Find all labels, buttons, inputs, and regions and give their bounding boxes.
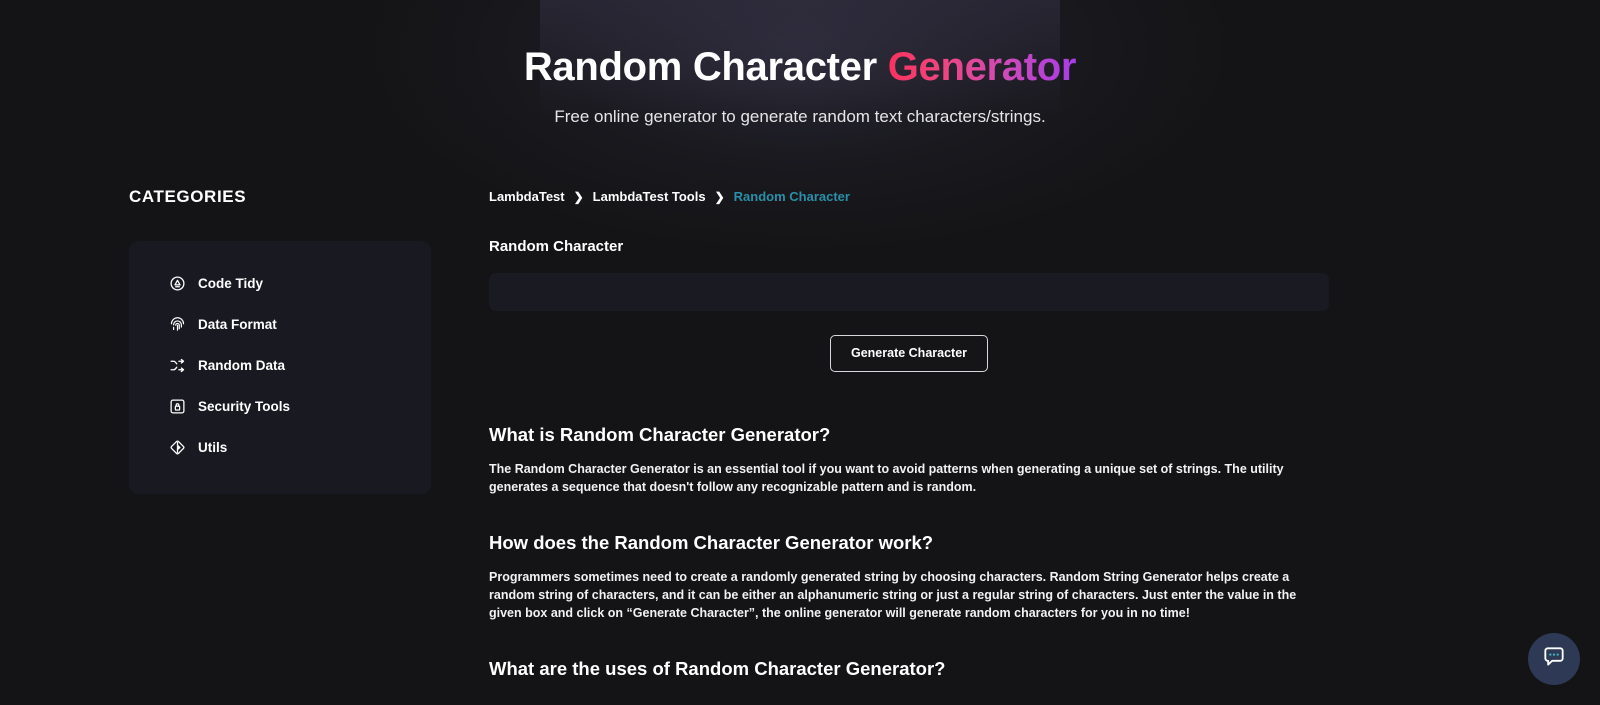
breadcrumb-item-lambdatest[interactable]: LambdaTest bbox=[489, 189, 565, 204]
generate-button-row: Generate Character bbox=[489, 335, 1329, 372]
sidebar: CATEGORIES Code Tidy Data Format Random … bbox=[129, 187, 489, 495]
hero-section: Random Character Generator Free online g… bbox=[0, 0, 1600, 127]
page-subtitle: Free online generator to generate random… bbox=[554, 107, 1046, 127]
faq-heading-uses: What are the uses of Random Character Ge… bbox=[489, 658, 946, 680]
main-panel: LambdaTest ❯ LambdaTest Tools ❯ Random C… bbox=[489, 187, 1600, 680]
sidebar-item-label: Data Format bbox=[198, 317, 277, 333]
lock-icon bbox=[169, 398, 186, 415]
sidebar-item-label: Security Tools bbox=[198, 399, 291, 415]
sidebar-item-data-format[interactable]: Data Format bbox=[129, 304, 431, 345]
chat-widget-button[interactable] bbox=[1528, 633, 1580, 685]
faq-body-what-is: The Random Character Generator is an ess… bbox=[489, 461, 1284, 494]
page-root: Random Character Generator Free online g… bbox=[0, 0, 1600, 705]
generate-character-button[interactable]: Generate Character bbox=[829, 335, 989, 372]
faq-section: What is Random Character Generator? The … bbox=[489, 424, 1329, 681]
categories-card: Code Tidy Data Format Random Data Securi… bbox=[129, 241, 431, 495]
page-title-accent: Generator bbox=[887, 45, 1077, 89]
breadcrumb-item-current: Random Character bbox=[733, 189, 850, 205]
faq-body-how-works: Programmers sometimes need to create a r… bbox=[489, 569, 1297, 621]
shuffle-icon bbox=[169, 357, 186, 374]
content-area: CATEGORIES Code Tidy Data Format Random … bbox=[0, 187, 1600, 680]
sidebar-item-label: Code Tidy bbox=[198, 276, 264, 292]
chat-bubble-icon bbox=[1541, 644, 1567, 675]
output-field-label: Random Character bbox=[489, 238, 624, 256]
faq-heading-what-is: What is Random Character Generator? bbox=[489, 423, 831, 445]
sidebar-item-random-data[interactable]: Random Data bbox=[129, 345, 431, 386]
chevron-right-icon: ❯ bbox=[714, 189, 725, 204]
faq-heading-how-works: How does the Random Character Generator … bbox=[489, 531, 934, 553]
sidebar-item-label: Utils bbox=[198, 440, 228, 456]
page-title-main: Random Character bbox=[523, 45, 888, 89]
utils-diamond-icon bbox=[169, 439, 186, 456]
sidebar-item-security-tools[interactable]: Security Tools bbox=[129, 386, 431, 427]
chevron-right-icon: ❯ bbox=[573, 189, 584, 204]
page-title: Random Character Generator bbox=[0, 44, 1600, 91]
random-character-output[interactable] bbox=[489, 273, 1329, 312]
code-tidy-icon bbox=[169, 275, 186, 292]
breadcrumb: LambdaTest ❯ LambdaTest Tools ❯ Random C… bbox=[489, 189, 1420, 204]
fingerprint-icon bbox=[169, 316, 186, 333]
sidebar-heading: CATEGORIES bbox=[129, 187, 247, 207]
sidebar-item-code-tidy[interactable]: Code Tidy bbox=[129, 263, 431, 304]
breadcrumb-item-lambdatest-tools[interactable]: LambdaTest Tools bbox=[593, 189, 706, 204]
sidebar-item-utils[interactable]: Utils bbox=[129, 427, 431, 468]
sidebar-item-label: Random Data bbox=[198, 358, 286, 374]
